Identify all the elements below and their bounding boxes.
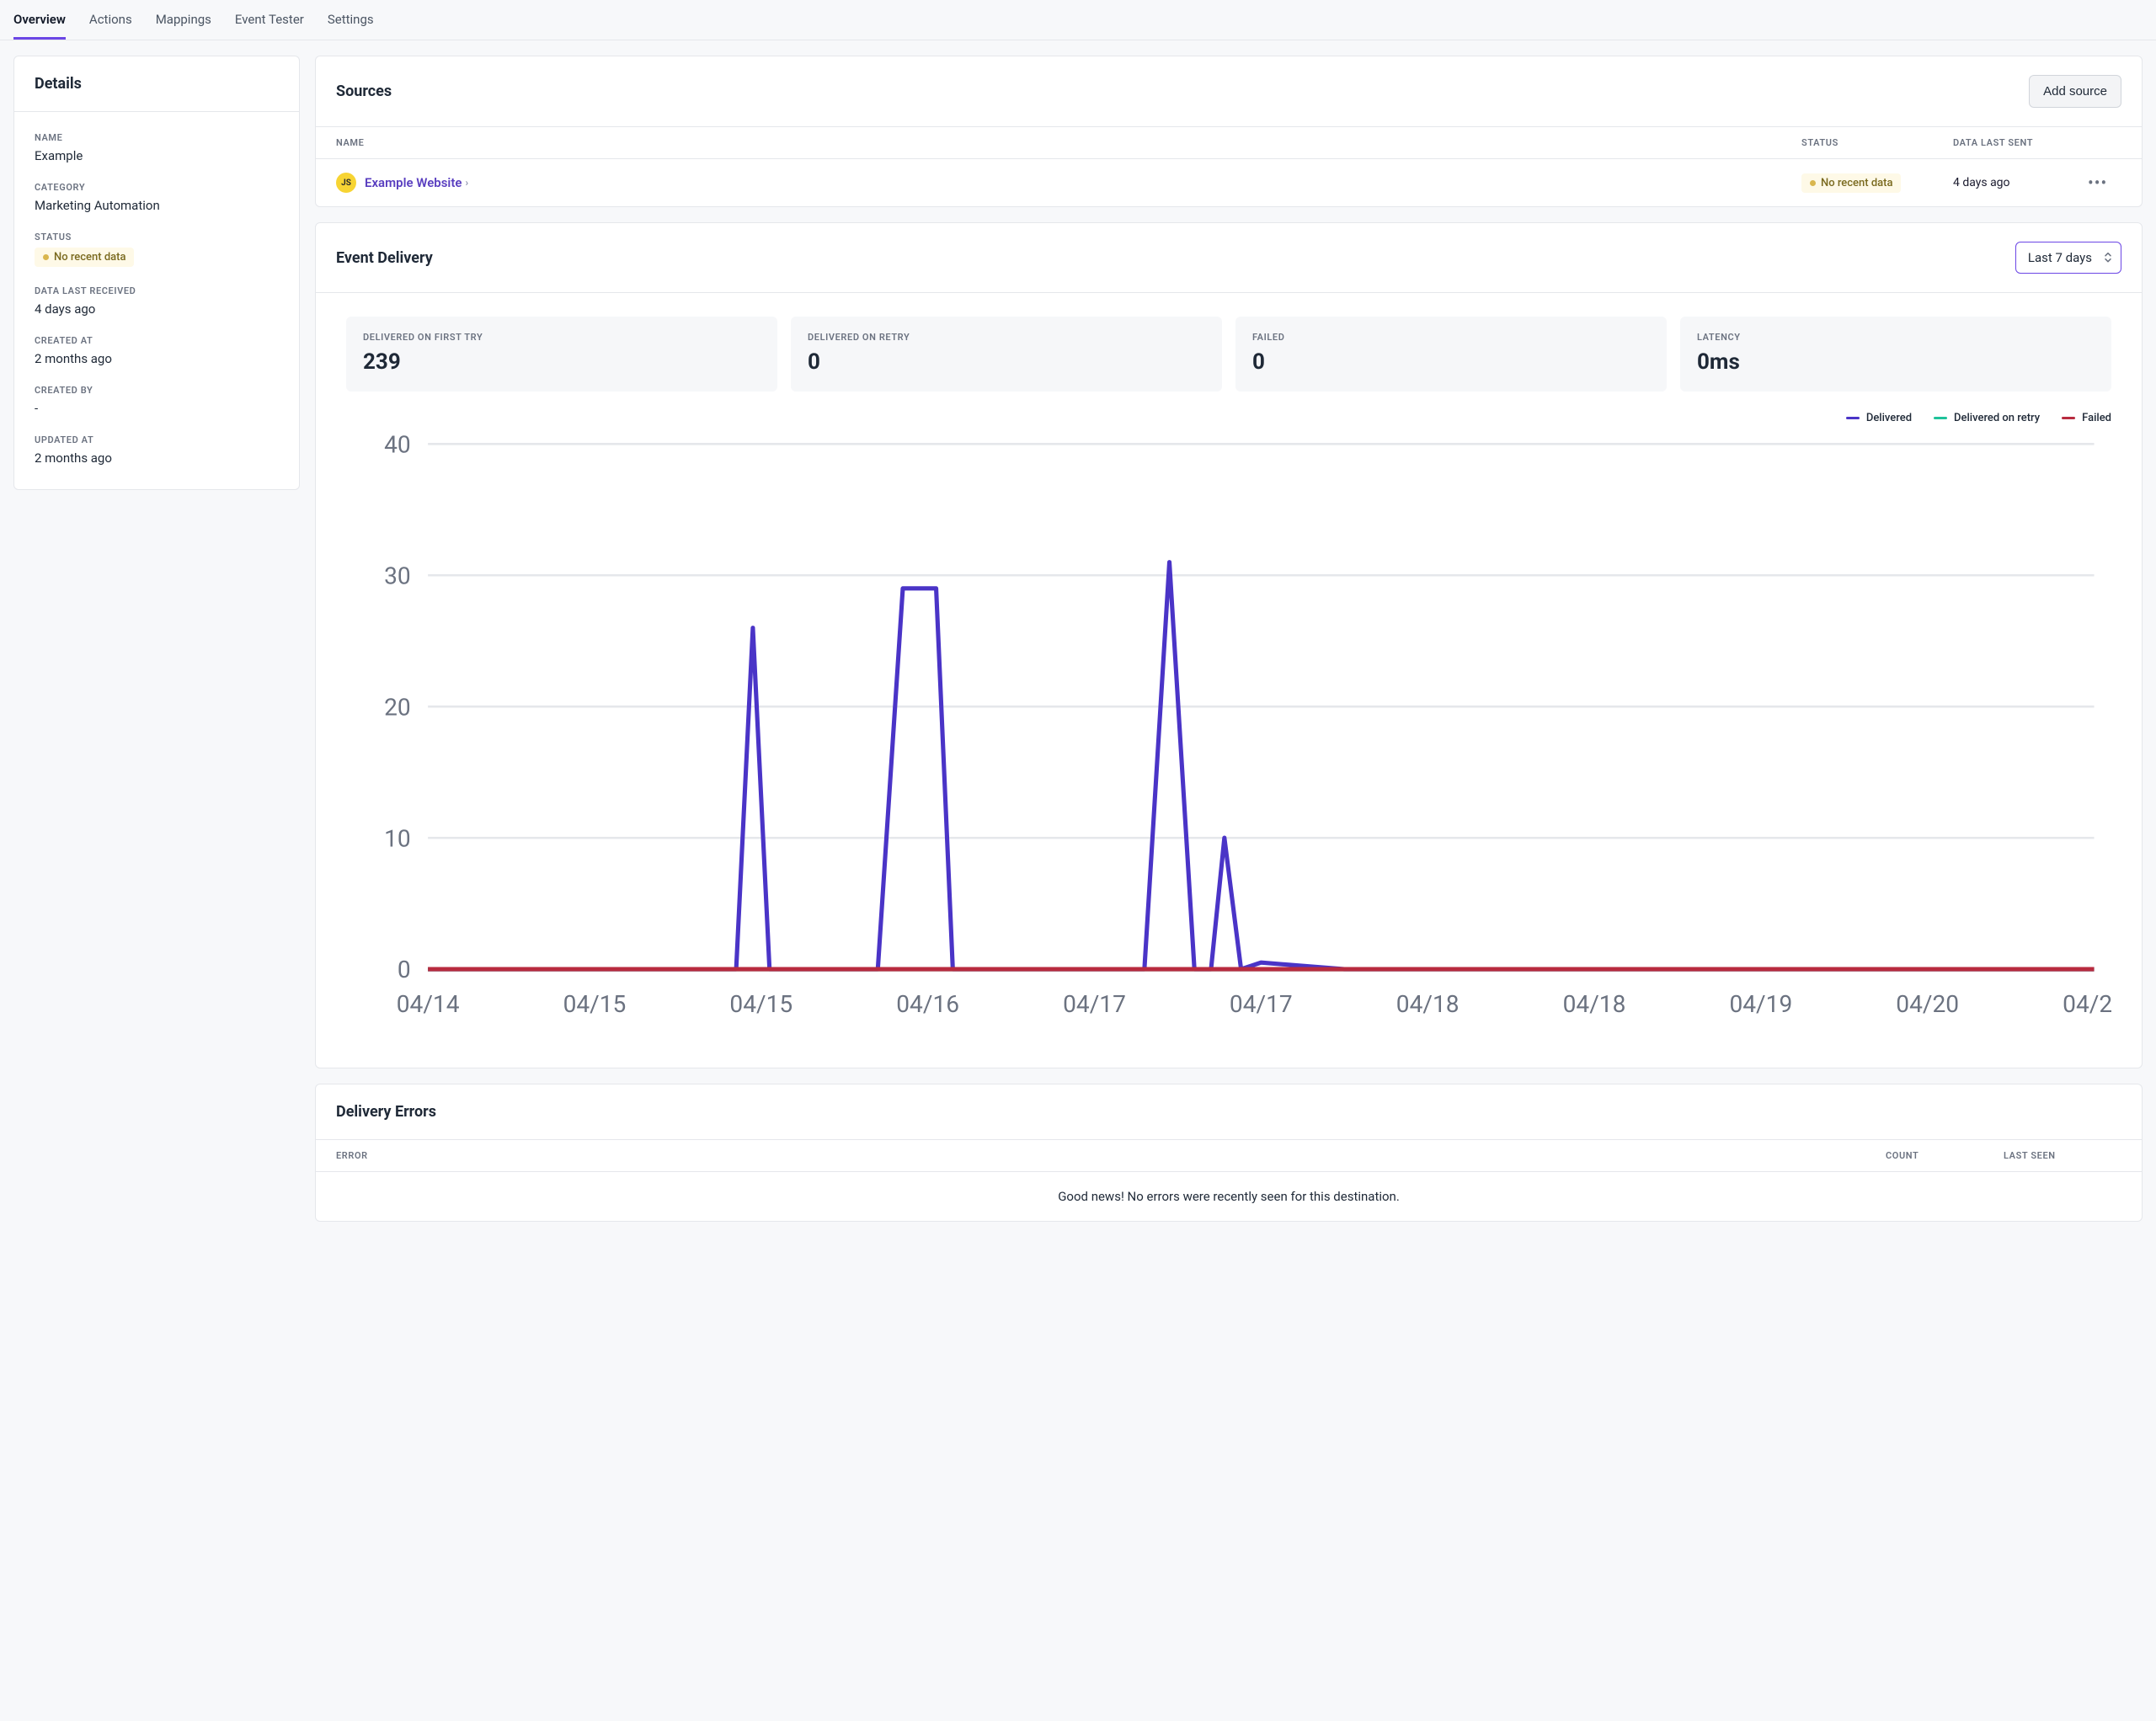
detail-createdat-value: 2 months ago (35, 351, 279, 366)
errors-table-header: ERROR COUNT LAST SEEN (316, 1140, 2142, 1172)
errors-empty-message: Good news! No errors were recently seen … (316, 1172, 2142, 1221)
legend-line-icon (1934, 417, 1947, 419)
more-icon[interactable]: ••• (2088, 173, 2107, 193)
stat-latency: LATENCY 0ms (1680, 317, 2111, 392)
svg-text:04/19: 04/19 (1729, 990, 1792, 1018)
detail-createdat-label: CREATED AT (35, 335, 279, 346)
svg-text:04/17: 04/17 (1230, 990, 1293, 1018)
status-badge: No recent data (35, 248, 134, 267)
svg-text:10: 10 (384, 824, 411, 852)
source-row: JS Example Website › No recent data 4 da… (316, 159, 2142, 206)
details-card: Details NAME Example CATEGORY Marketing … (13, 56, 300, 490)
delivery-errors-card: Delivery Errors ERROR COUNT LAST SEEN Go… (315, 1084, 2143, 1222)
stats-row: DELIVERED ON FIRST TRY 239 DELIVERED ON … (316, 293, 2142, 397)
svg-text:04/18: 04/18 (1396, 990, 1460, 1018)
detail-category-label: CATEGORY (35, 182, 279, 193)
status-badge-text: No recent data (54, 251, 125, 264)
stat-failed: FAILED 0 (1235, 317, 1667, 392)
tab-settings[interactable]: Settings (328, 0, 374, 40)
svg-text:04/16: 04/16 (896, 990, 959, 1018)
svg-text:04/15: 04/15 (729, 990, 792, 1018)
tab-event-tester[interactable]: Event Tester (235, 0, 304, 40)
tab-mappings[interactable]: Mappings (156, 0, 211, 40)
detail-category-value: Marketing Automation (35, 198, 279, 213)
select-caret-icon (2104, 252, 2112, 264)
source-link[interactable]: Example Website › (365, 175, 468, 190)
col-status: STATUS (1801, 137, 1953, 148)
detail-datalast-label: DATA LAST RECEIVED (35, 285, 279, 296)
stat-value: 0ms (1697, 349, 2095, 375)
col-error: ERROR (336, 1150, 1886, 1161)
stat-delivered-first: DELIVERED ON FIRST TRY 239 (346, 317, 777, 392)
svg-text:40: 40 (384, 431, 411, 459)
svg-text:04/15: 04/15 (563, 990, 627, 1018)
source-name-text: Example Website (365, 175, 462, 190)
tab-bar: Overview Actions Mappings Event Tester S… (0, 0, 2156, 40)
svg-text:04/20: 04/20 (1896, 990, 1959, 1018)
detail-name-label: NAME (35, 132, 279, 143)
chevron-right-icon: › (465, 177, 468, 189)
stat-label: LATENCY (1697, 332, 2095, 343)
status-dot-icon (43, 254, 49, 260)
col-count: COUNT (1886, 1150, 2004, 1161)
legend-line-icon (2062, 417, 2075, 419)
svg-text:04/14: 04/14 (397, 990, 460, 1018)
chart-svg: 0 10 20 30 40 04/14 04/15 04/15 04/16 04/17 04/17 0… (346, 431, 2111, 1034)
js-icon: JS (336, 173, 356, 193)
sources-table-header: NAME STATUS DATA LAST SENT (316, 127, 2142, 159)
stat-label: DELIVERED ON FIRST TRY (363, 332, 760, 343)
add-source-button[interactable]: Add source (2029, 75, 2121, 108)
delivery-errors-title: Delivery Errors (336, 1103, 436, 1121)
stat-value: 0 (1252, 349, 1650, 375)
legend-line-icon (1846, 417, 1860, 419)
source-last-sent: 4 days ago (1953, 176, 2088, 189)
svg-text:04/21: 04/21 (2063, 990, 2111, 1018)
detail-createdby-value: - (35, 401, 279, 416)
event-delivery-card: Event Delivery Last 7 days DELIVERED ON … (315, 222, 2143, 1068)
sources-card: Sources Add source NAME STATUS DATA LAST… (315, 56, 2143, 207)
details-title: Details (35, 75, 82, 93)
legend-delivered: Delivered (1846, 412, 1912, 424)
date-range-value: Last 7 days (2028, 250, 2092, 265)
delivery-chart: 0 10 20 30 40 04/14 04/15 04/15 04/16 04/17 04/17 0… (316, 428, 2142, 1068)
detail-status-label: STATUS (35, 232, 279, 242)
stat-delivered-retry: DELIVERED ON RETRY 0 (791, 317, 1222, 392)
stat-value: 0 (808, 349, 1205, 375)
tab-overview[interactable]: Overview (13, 0, 66, 40)
source-status-text: No recent data (1821, 177, 1892, 189)
legend-retry: Delivered on retry (1934, 412, 2040, 424)
col-last-seen: LAST SEEN (2004, 1150, 2121, 1161)
svg-text:30: 30 (384, 562, 411, 589)
detail-updatedat-label: UPDATED AT (35, 434, 279, 445)
detail-updatedat-value: 2 months ago (35, 450, 279, 466)
stat-label: DELIVERED ON RETRY (808, 332, 1205, 343)
legend-failed: Failed (2062, 412, 2111, 424)
source-status-badge: No recent data (1801, 173, 1901, 193)
col-last: DATA LAST SENT (1953, 137, 2088, 148)
sources-title: Sources (336, 83, 392, 100)
svg-text:20: 20 (384, 693, 411, 721)
chart-legend: Delivered Delivered on retry Failed (316, 397, 2142, 428)
stat-label: FAILED (1252, 332, 1650, 343)
col-name: NAME (336, 137, 1801, 148)
tab-actions[interactable]: Actions (89, 0, 132, 40)
detail-createdby-label: CREATED BY (35, 385, 279, 396)
detail-datalast-value: 4 days ago (35, 301, 279, 317)
detail-name-value: Example (35, 148, 279, 163)
date-range-select[interactable]: Last 7 days (2015, 242, 2121, 274)
event-delivery-title: Event Delivery (336, 249, 433, 267)
stat-value: 239 (363, 349, 760, 375)
svg-text:0: 0 (398, 956, 411, 983)
status-dot-icon (1810, 180, 1816, 186)
svg-text:04/17: 04/17 (1063, 990, 1126, 1018)
svg-text:04/18: 04/18 (1563, 990, 1626, 1018)
